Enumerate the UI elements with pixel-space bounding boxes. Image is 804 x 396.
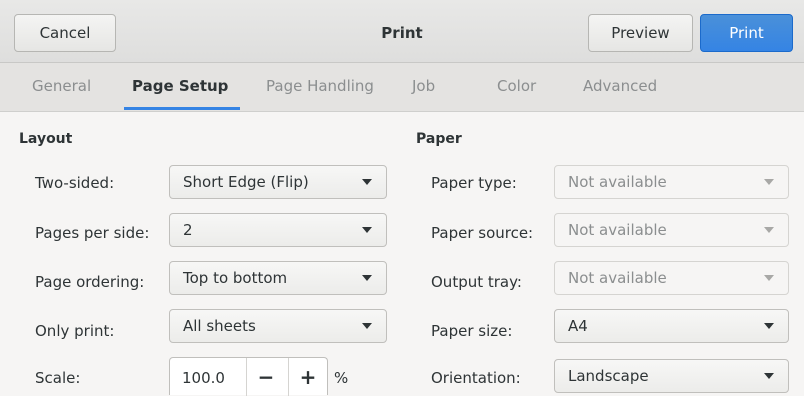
tab-general[interactable]: General xyxy=(32,77,91,95)
page-ordering-combo[interactable]: Top to bottom xyxy=(169,261,387,295)
only-print-value: All sheets xyxy=(183,317,256,335)
page-ordering-value: Top to bottom xyxy=(183,269,288,287)
pages-per-side-value: 2 xyxy=(183,221,193,239)
scale-increase-button[interactable]: + xyxy=(288,358,327,396)
paper-source-value: Not available xyxy=(568,221,667,239)
tab-bar: General Page Setup Page Handling Job Col… xyxy=(0,63,804,112)
output-tray-combo: Not available xyxy=(554,261,789,295)
output-tray-label: Output tray: xyxy=(431,273,522,291)
paper-source-label: Paper source: xyxy=(431,224,534,242)
pages-per-side-combo[interactable]: 2 xyxy=(169,213,387,247)
scale-spinbutton: 100.0 − + xyxy=(169,357,328,396)
chevron-down-icon xyxy=(362,179,372,185)
layout-section-title: Layout xyxy=(19,131,73,147)
pages-per-side-label: Pages per side: xyxy=(35,224,150,242)
two-sided-label: Two-sided: xyxy=(35,174,115,192)
orientation-label: Orientation: xyxy=(431,369,521,387)
chevron-down-icon xyxy=(764,323,774,329)
chevron-down-icon xyxy=(362,323,372,329)
only-print-combo[interactable]: All sheets xyxy=(169,309,387,343)
paper-size-label: Paper size: xyxy=(431,322,513,340)
preview-button[interactable]: Preview xyxy=(588,14,693,52)
tab-advanced[interactable]: Advanced xyxy=(583,77,657,95)
output-tray-value: Not available xyxy=(568,269,667,287)
chevron-down-icon xyxy=(362,275,372,281)
chevron-down-icon xyxy=(764,373,774,379)
scale-input[interactable]: 100.0 xyxy=(182,369,225,387)
cancel-button[interactable]: Cancel xyxy=(14,14,116,52)
tab-job[interactable]: Job xyxy=(412,77,435,95)
two-sided-combo[interactable]: Short Edge (Flip) xyxy=(169,165,387,199)
only-print-label: Only print: xyxy=(35,322,115,340)
chevron-down-icon xyxy=(764,179,774,185)
page-ordering-label: Page ordering: xyxy=(35,273,145,291)
active-tab-indicator xyxy=(124,107,240,110)
print-button[interactable]: Print xyxy=(700,14,793,52)
chevron-down-icon xyxy=(362,227,372,233)
paper-source-combo: Not available xyxy=(554,213,789,247)
scale-decrease-button[interactable]: − xyxy=(246,358,285,396)
dialog-header: Cancel Print Preview Print xyxy=(0,0,804,63)
tab-page-handling[interactable]: Page Handling xyxy=(266,77,374,95)
paper-type-label: Paper type: xyxy=(431,174,517,192)
scale-label: Scale: xyxy=(35,369,81,387)
paper-size-combo[interactable]: A4 xyxy=(554,309,789,343)
scale-unit: % xyxy=(334,369,349,387)
chevron-down-icon xyxy=(764,275,774,281)
chevron-down-icon xyxy=(764,227,774,233)
paper-size-value: A4 xyxy=(568,317,588,335)
orientation-value: Landscape xyxy=(568,367,649,385)
paper-type-value: Not available xyxy=(568,173,667,191)
tab-page-setup[interactable]: Page Setup xyxy=(132,77,228,95)
paper-section-title: Paper xyxy=(416,131,462,147)
dialog-title: Print xyxy=(381,24,423,42)
orientation-combo[interactable]: Landscape xyxy=(554,359,789,393)
tab-color[interactable]: Color xyxy=(497,77,536,95)
two-sided-value: Short Edge (Flip) xyxy=(183,173,309,191)
paper-type-combo: Not available xyxy=(554,165,789,199)
